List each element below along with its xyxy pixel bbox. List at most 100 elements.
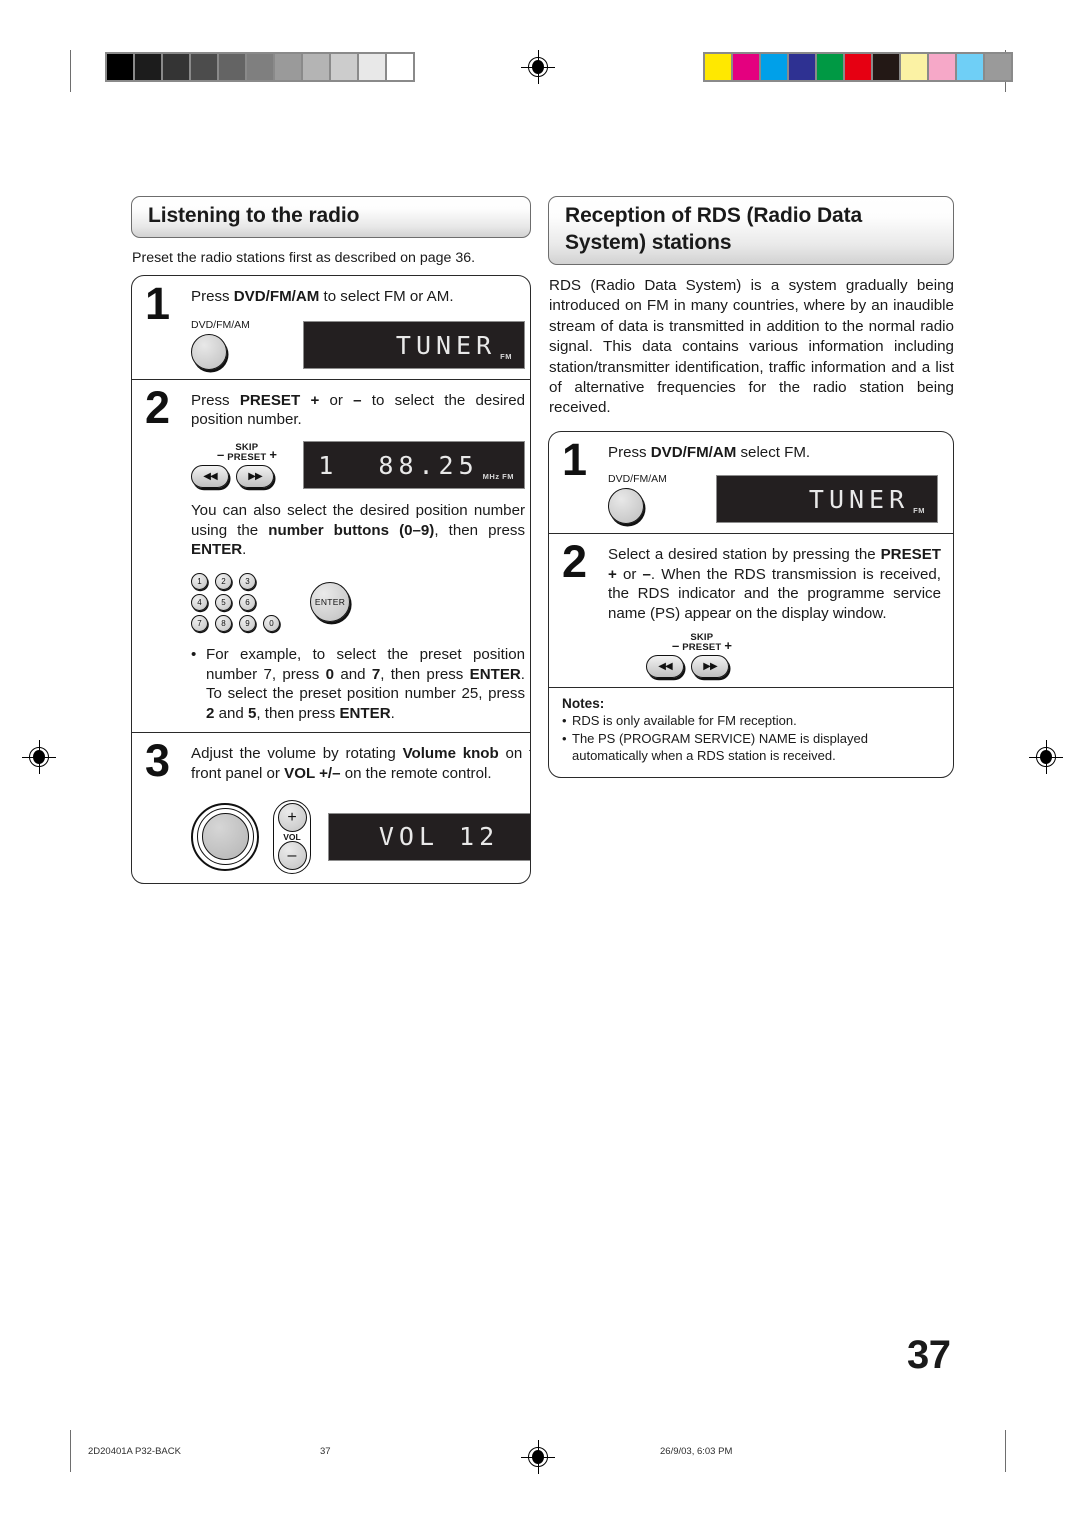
calibration-swatch-10: [985, 54, 1011, 80]
step-instruction: Press DVD/FM/AM to select FM or AM.: [191, 287, 454, 305]
calibration-swatch-7: [303, 54, 329, 80]
step-number: 3: [145, 735, 170, 787]
display-text: VOL 12: [378, 822, 500, 852]
number-button-7[interactable]: 7: [191, 614, 208, 632]
dvd-fm-am-button[interactable]: [191, 333, 227, 370]
notes-title: Notes:: [562, 696, 605, 712]
number-button-5[interactable]: 5: [215, 593, 232, 611]
preset-plus-label: +: [724, 637, 733, 653]
skip-preset-caption: – SKIP PRESET +: [191, 442, 303, 463]
bullet-dot-icon: •: [562, 713, 567, 729]
keypad-row: 7 8 9 0: [191, 614, 280, 632]
intro-text: Preset the radio stations first as descr…: [132, 250, 476, 266]
registration-crosshair-left: [22, 740, 56, 774]
hardware-illustration: DVD/FM/AM TUNER FM: [191, 320, 525, 370]
rds-description: RDS (Radio Data System) is a system grad…: [549, 276, 954, 417]
keypad-spacer: [263, 573, 280, 590]
display-indicator-fm: FM: [500, 352, 512, 362]
skip-preset-group: – SKIP PRESET + ◀◀ ▶▶: [646, 633, 758, 679]
vol-up-button[interactable]: +: [277, 803, 307, 833]
step-number: 1: [145, 277, 170, 329]
calibration-swatch-3: [191, 54, 217, 80]
note-text: The PS (PROGRAM SERVICE) NAME is display…: [572, 731, 868, 764]
calibration-swatch-2: [761, 54, 787, 80]
skip-next-button[interactable]: ▶▶: [236, 464, 274, 488]
step-instruction: Press PRESET + or – to select the desire…: [191, 391, 525, 429]
skip-previous-button[interactable]: ◀◀: [646, 655, 684, 679]
calibration-swatch-8: [331, 54, 357, 80]
calibration-swatch-4: [817, 54, 843, 80]
color-calibration-bar: [703, 52, 1013, 82]
hardware-illustration-preset: – SKIP PRESET + ◀◀ ▶▶ 1 88.25 MHz FM: [191, 441, 525, 490]
footer-page-number: 37: [320, 1446, 331, 1457]
calibration-swatch-4: [219, 54, 245, 80]
hardware-illustration: DVD/FM/AM TUNER FM: [608, 474, 941, 524]
step-3: 3 Adjust the volume by rotating Volume k…: [132, 732, 530, 882]
display-window-frequency: 1 88.25 MHz FM: [303, 441, 525, 490]
step-2-sub-text: You can also select the desired position…: [191, 502, 525, 559]
dvd-fm-am-button[interactable]: [608, 487, 644, 524]
calibration-swatch-1: [135, 54, 161, 80]
display-window-tuner: TUNER FM: [716, 475, 938, 524]
vol-rocker: + VOL –: [273, 799, 311, 874]
calibration-swatch-0: [705, 54, 731, 80]
enter-button[interactable]: ENTER: [310, 582, 350, 623]
display-text: 1 88.25: [318, 450, 479, 480]
notes-box: Notes: • RDS is only available for FM re…: [548, 687, 954, 778]
note-text: RDS is only available for FM reception.: [572, 713, 797, 729]
calibration-swatch-5: [845, 54, 871, 80]
keypad-row: 4 5 6: [191, 593, 280, 611]
skip-preset-caption: – SKIP PRESET +: [646, 633, 758, 653]
calibration-swatch-8: [929, 54, 955, 80]
footer-filename: 2D20401A P32-BACK: [88, 1446, 181, 1457]
preset-label: PRESET: [682, 642, 722, 654]
skip-previous-button[interactable]: ◀◀: [191, 464, 229, 488]
volume-knob[interactable]: [191, 802, 259, 871]
step-2: 2 Press PRESET + or – to select the desi…: [132, 378, 530, 732]
steps-container-rds: 1 Press DVD/FM/AM select FM. DVD/FM/AM T…: [548, 430, 954, 688]
number-button-4[interactable]: 4: [191, 593, 208, 611]
section-heading-rds: Reception of RDS (Radio Data System) sta…: [548, 196, 954, 265]
calibration-swatch-5: [247, 54, 273, 80]
number-keypad-illustration: 1 2 3 4 5 6 7 8 9 0 ENTER: [191, 572, 525, 632]
section-heading-listening: Listening to the radio: [131, 196, 531, 238]
registration-crosshair-right: [1029, 740, 1063, 774]
calibration-swatch-9: [957, 54, 983, 80]
left-column: Listening to the radio Preset the radio …: [131, 196, 531, 884]
preset-label: PRESET: [227, 451, 267, 463]
number-button-3[interactable]: 3: [239, 572, 256, 590]
number-button-9[interactable]: 9: [239, 614, 256, 632]
calibration-swatch-7: [901, 54, 927, 80]
skip-next-button[interactable]: ▶▶: [691, 655, 729, 679]
display-window-volume: VOL 12: [328, 812, 530, 861]
rds-step-1: 1 Press DVD/FM/AM select FM. DVD/FM/AM T…: [549, 432, 953, 533]
skip-preset-group: – SKIP PRESET + ◀◀ ▶▶: [191, 442, 303, 488]
calibration-swatch-2: [163, 54, 189, 80]
bullet-dot-icon: •: [562, 731, 567, 747]
rds-step-2: 2 Select a desired station by pressing t…: [549, 532, 953, 687]
dvd-fm-am-button-label: DVD/FM/AM: [608, 473, 667, 486]
registration-crosshair-bottom: [521, 1440, 555, 1474]
number-button-1[interactable]: 1: [191, 572, 208, 590]
note-item: • The PS (PROGRAM SERVICE) NAME is displ…: [562, 731, 939, 765]
volume-knob-inner: [201, 813, 249, 861]
hardware-illustration-volume: + VOL – VOL 12: [191, 799, 530, 874]
number-button-0[interactable]: 0: [263, 614, 280, 632]
number-button-6[interactable]: 6: [239, 593, 256, 611]
number-button-2[interactable]: 2: [215, 572, 232, 590]
number-keypad: 1 2 3 4 5 6 7 8 9 0: [191, 572, 280, 632]
step-number: 2: [562, 535, 587, 587]
step-2-example-bullet: • For example, to select the preset posi…: [191, 645, 525, 722]
number-button-8[interactable]: 8: [215, 614, 232, 632]
calibration-swatch-3: [789, 54, 815, 80]
footer-timestamp: 26/9/03, 6:03 PM: [660, 1446, 733, 1457]
calibration-swatch-6: [873, 54, 899, 80]
vol-down-button[interactable]: –: [277, 841, 307, 871]
display-indicator-fm: FM: [913, 506, 925, 516]
calibration-swatch-0: [107, 54, 133, 80]
keypad-spacer: [263, 594, 280, 611]
page-number: 37: [907, 1333, 951, 1377]
display-text: TUNER: [395, 330, 497, 360]
note-item: • RDS is only available for FM reception…: [562, 713, 939, 730]
registration-crosshair-top: [521, 50, 555, 84]
